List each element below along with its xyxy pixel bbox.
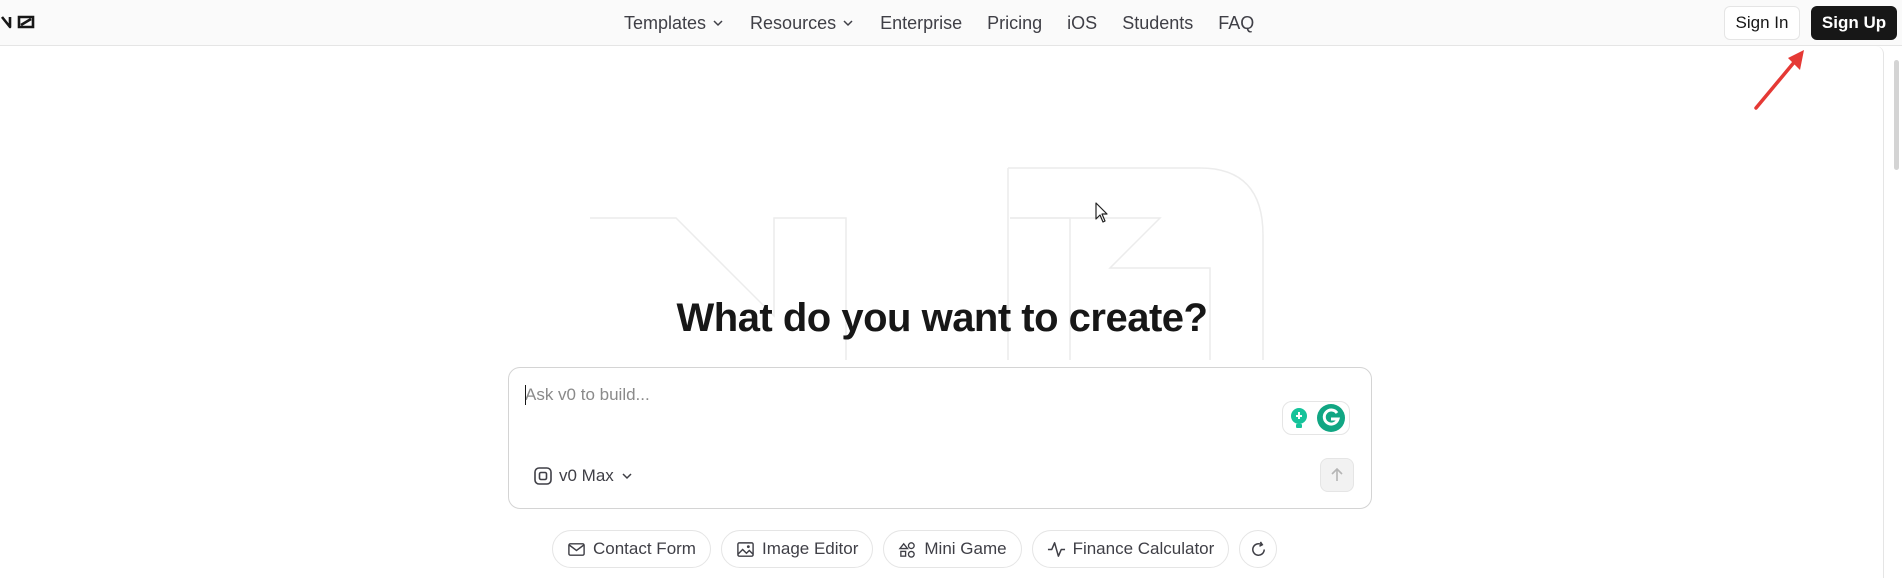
sign-in-button[interactable]: Sign In — [1724, 6, 1800, 40]
sign-up-button[interactable]: Sign Up — [1811, 6, 1897, 40]
page-title: What do you want to create? — [676, 296, 1208, 340]
nav-enterprise-label: Enterprise — [880, 12, 963, 33]
nav-templates[interactable]: Templates — [624, 13, 725, 34]
suggestion-finance-calculator[interactable]: Finance Calculator — [1031, 530, 1230, 568]
activity-icon — [1047, 541, 1065, 557]
send-button[interactable] — [1320, 458, 1354, 492]
model-selector[interactable]: v0 Max — [533, 464, 634, 488]
model-selector-label: v0 Max — [559, 466, 614, 485]
chevron-down-icon — [843, 20, 853, 27]
nav-ios[interactable]: iOS — [1067, 13, 1097, 34]
image-icon — [737, 541, 754, 557]
arrow-up-icon — [1331, 467, 1343, 481]
nav-resources-label: Resources — [750, 12, 837, 33]
mouse-cursor-icon — [1095, 202, 1108, 223]
nav-resources[interactable]: Resources — [750, 13, 855, 34]
nav-faq[interactable]: FAQ — [1218, 13, 1254, 34]
lightbulb-icon — [1291, 408, 1307, 428]
nav-ios-label: iOS — [1067, 12, 1098, 33]
suggestion-label: Mini Game — [924, 539, 1007, 558]
top-navbar: Templates Resources Enterprise Pricing i… — [0, 0, 1902, 46]
chevron-down-icon — [622, 473, 632, 480]
nav-faq-label: FAQ — [1218, 12, 1255, 33]
main-nav: Templates Resources Enterprise Pricing i… — [624, 0, 1254, 46]
v0-model-icon — [534, 467, 552, 485]
prompt-input[interactable] — [525, 382, 1225, 408]
refresh-icon — [1251, 540, 1265, 556]
text-caret — [525, 385, 526, 405]
grammarly-widget[interactable] — [1282, 401, 1350, 435]
suggestion-chips: Contact Form Image Editor Mini Game Fina… — [552, 530, 1278, 568]
nav-pricing[interactable]: Pricing — [987, 13, 1042, 34]
chevron-down-icon — [713, 20, 723, 27]
shapes-icon — [898, 541, 916, 558]
suggestion-image-editor[interactable]: Image Editor — [720, 530, 874, 568]
suggestion-label: Image Editor — [761, 539, 859, 558]
grammarly-g-icon — [1317, 404, 1345, 432]
nav-enterprise[interactable]: Enterprise — [880, 13, 962, 34]
v0-logo[interactable] — [0, 10, 40, 34]
prompt-box: v0 Max — [508, 367, 1372, 509]
suggestion-contact-form[interactable]: Contact Form — [552, 530, 711, 568]
nav-students-label: Students — [1122, 12, 1194, 33]
annotation-arrow-icon — [1754, 50, 1804, 110]
nav-pricing-label: Pricing — [987, 12, 1043, 33]
mail-icon — [568, 542, 585, 556]
scrollbar-thumb[interactable] — [1894, 60, 1899, 170]
nav-templates-label: Templates — [624, 12, 707, 33]
suggestion-label: Finance Calculator — [1072, 539, 1215, 558]
suggestion-mini-game[interactable]: Mini Game — [883, 530, 1022, 568]
nav-students[interactable]: Students — [1122, 13, 1193, 34]
refresh-suggestions-button[interactable] — [1239, 530, 1278, 568]
suggestion-label: Contact Form — [593, 539, 696, 558]
